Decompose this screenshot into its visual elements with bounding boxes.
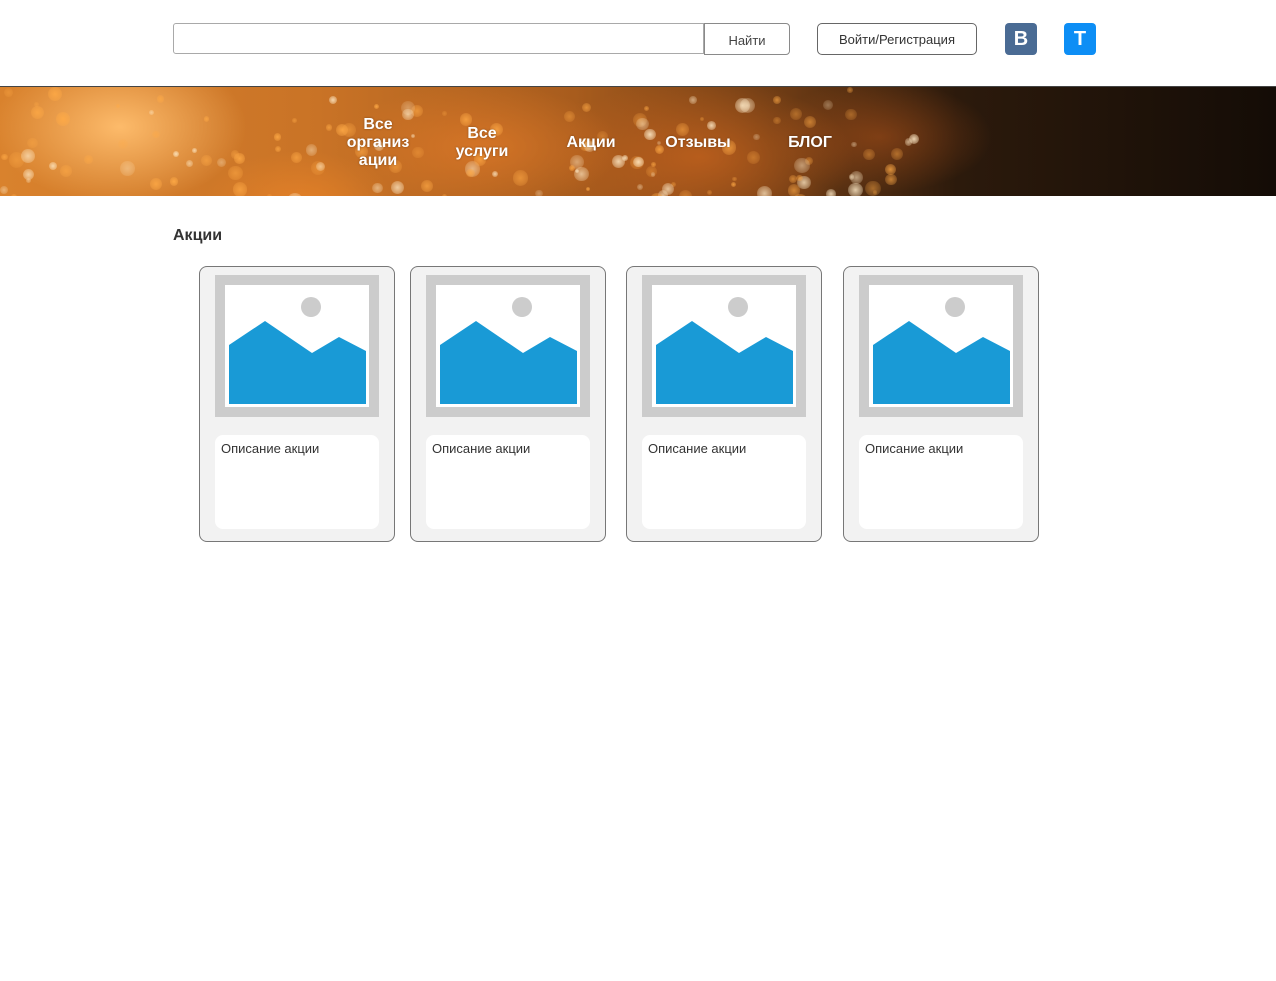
nav-item-reviews[interactable]: Отзывы [660,134,736,152]
nav-item-promotions[interactable]: Акции [560,134,622,152]
image-placeholder-icon [859,275,1023,417]
promo-card[interactable]: Описание акции [843,266,1039,542]
promo-card[interactable]: Описание акции [410,266,606,542]
promo-card[interactable]: Описание акции [626,266,822,542]
section-title: Акции [173,227,223,244]
image-placeholder-icon [215,275,379,417]
login-register-button[interactable]: Войти/Регистрация [817,23,977,55]
promo-description: Описание акции [215,435,379,529]
promo-description: Описание акции [426,435,590,529]
search-input[interactable] [173,23,704,54]
promo-description: Описание акции [642,435,806,529]
nav-banner: Все организ ации Все услуги Акции Отзывы… [0,86,1276,196]
nav-item-all-organizations[interactable]: Все организ ации [340,116,416,170]
t-icon-letter: T [1073,27,1087,50]
image-placeholder-icon [642,275,806,417]
promo-card[interactable]: Описание акции [199,266,395,542]
vk-icon[interactable]: В [1005,23,1037,55]
t-icon[interactable]: T [1064,23,1096,55]
image-placeholder-icon [426,275,590,417]
search-button[interactable]: Найти [704,23,790,55]
vk-icon-letter: В [1013,27,1029,50]
nav-item-blog[interactable]: БЛОГ [782,134,838,152]
nav-item-all-services[interactable]: Все услуги [448,125,516,161]
promo-description: Описание акции [859,435,1023,529]
